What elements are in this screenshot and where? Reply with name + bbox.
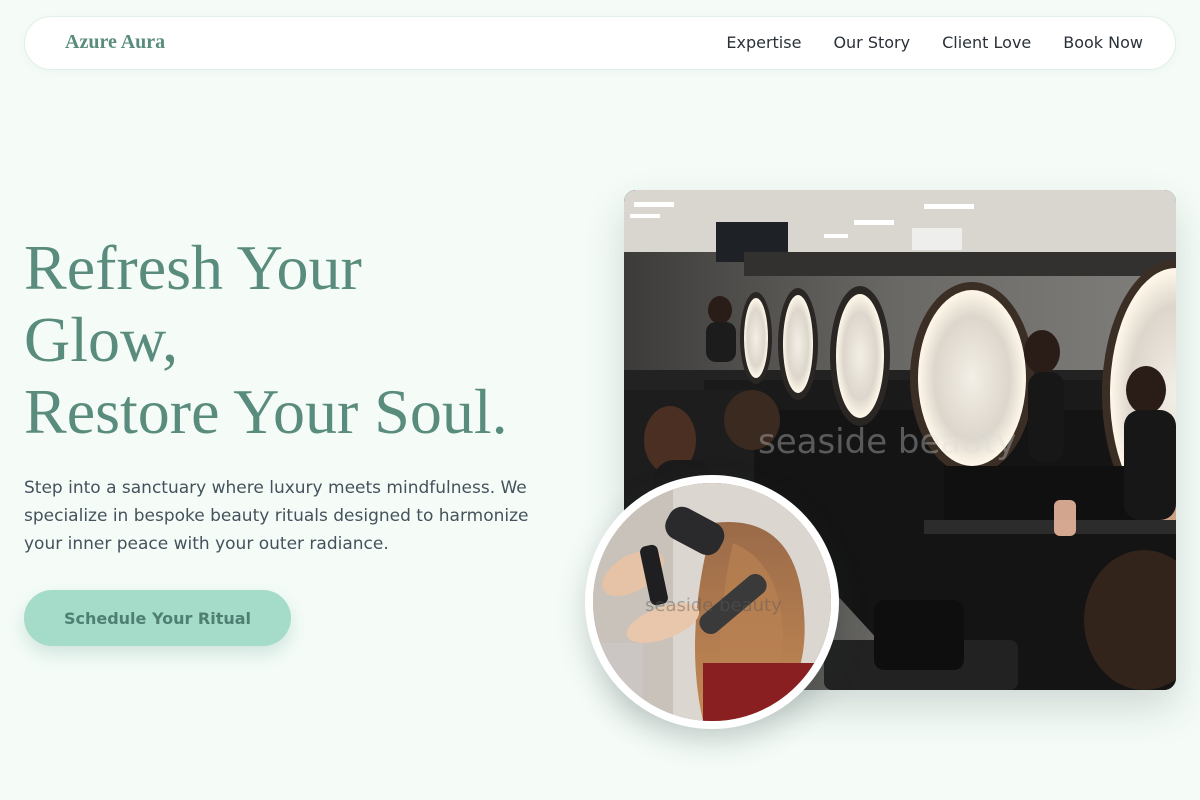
hair-styling-photo: seaside beauty xyxy=(585,475,839,729)
hero-title-line-1: Refresh Your xyxy=(24,232,362,303)
nav-link-client-love[interactable]: Client Love xyxy=(942,33,1031,53)
nav-link-our-story[interactable]: Our Story xyxy=(833,33,910,53)
hero-title-line-3: Restore Your Soul. xyxy=(24,376,508,447)
nav-link-book-now[interactable]: Book Now xyxy=(1063,33,1143,53)
brand-logo[interactable]: Azure Aura xyxy=(65,31,165,54)
hair-styling-illustration xyxy=(593,483,831,721)
nav-link-expertise[interactable]: Expertise xyxy=(726,33,801,53)
top-navbar: Azure Aura Expertise Our Story Client Lo… xyxy=(24,16,1176,70)
hero-title-line-2: Glow, xyxy=(24,304,179,375)
schedule-ritual-button[interactable]: Schedule Your Ritual xyxy=(24,590,291,646)
hero-description: Step into a sanctuary where luxury meets… xyxy=(24,478,529,554)
nav-links: Expertise Our Story Client Love Book Now xyxy=(726,33,1143,53)
hero-title: Refresh Your Glow, Restore Your Soul. xyxy=(24,232,604,448)
